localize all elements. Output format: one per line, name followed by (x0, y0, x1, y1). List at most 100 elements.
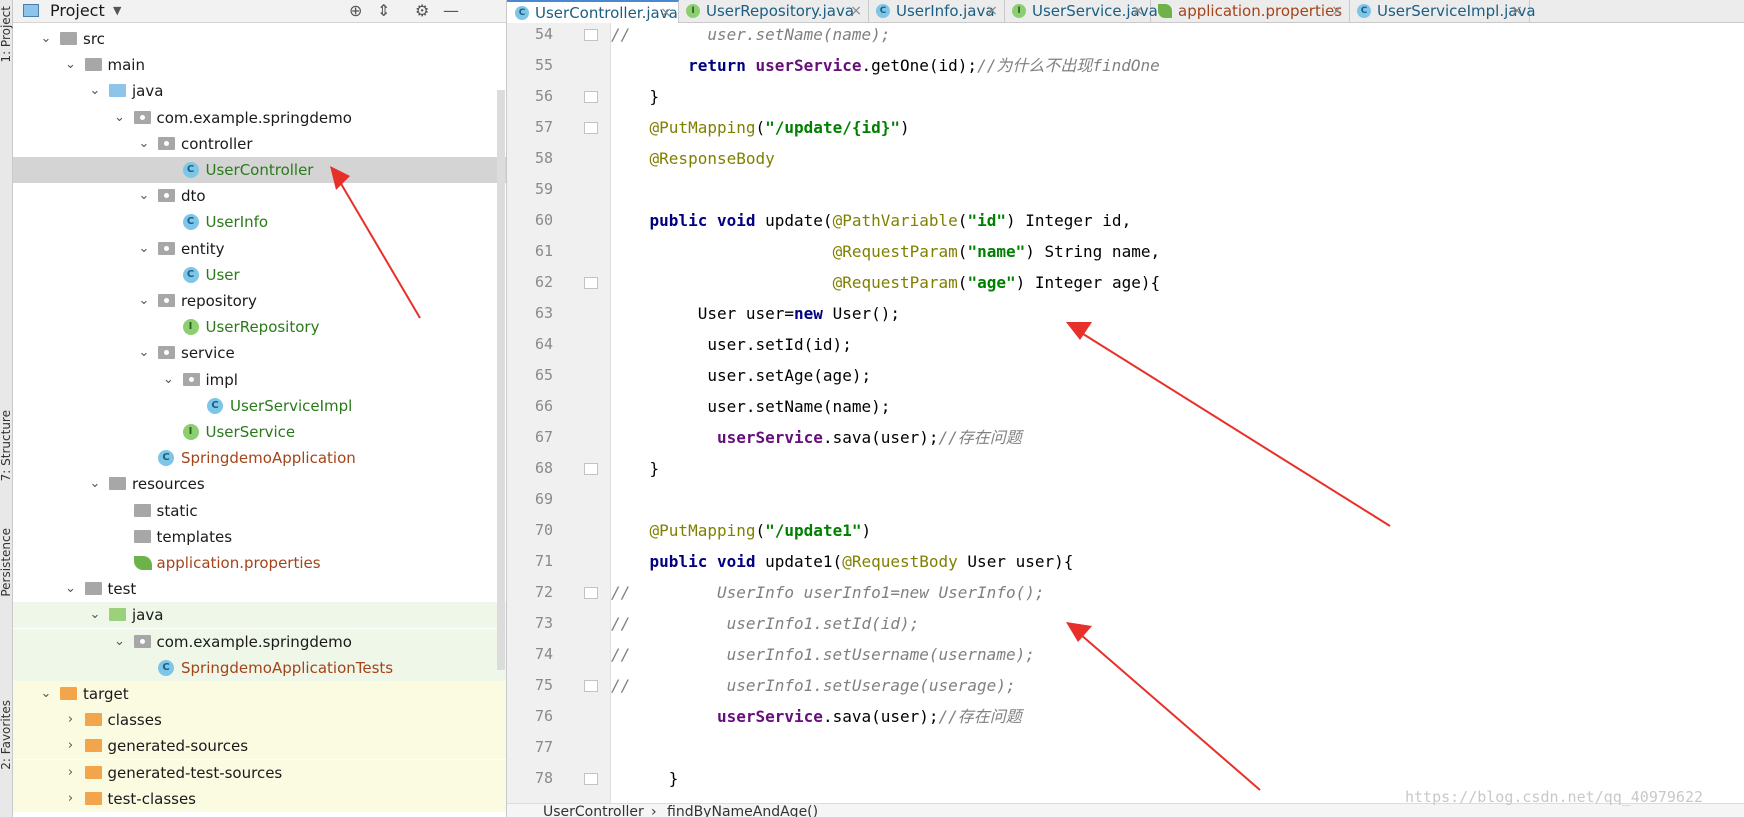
tree-node[interactable]: ⌄ com.example.springdemo (13, 628, 506, 655)
breadcrumb-method[interactable]: findByNameAndAge() (667, 805, 818, 817)
fold-marker-icon[interactable] (584, 587, 598, 599)
tree-node[interactable]: ⌄ target (13, 681, 506, 707)
target-icon[interactable]: ⊕ (349, 0, 362, 22)
tree-node[interactable]: › classes (13, 707, 506, 734)
tree-node[interactable]: ⌄ repository (13, 288, 506, 314)
tree-node[interactable]: ⌄ java (13, 78, 506, 104)
code-line[interactable]: User user=new User(); (611, 298, 1744, 329)
code-line[interactable]: // userInfo1.setUserage(userage); (611, 670, 1744, 701)
fold-marker-icon[interactable] (584, 773, 598, 785)
fold-marker-icon[interactable] (584, 680, 598, 692)
tree-node[interactable]: › test-classes (13, 785, 506, 812)
code-line[interactable]: // userInfo1.setId(id); (611, 608, 1744, 639)
tree-node[interactable]: application.properties (13, 550, 506, 576)
chevron-down-icon[interactable]: ▼ (113, 0, 121, 22)
spring-class-icon: C (158, 450, 174, 467)
favorites-tool-tab[interactable]: 2: Favorites (0, 700, 13, 770)
tree-node[interactable]: ⌄ src (13, 26, 506, 52)
code-line[interactable]: } (611, 81, 1744, 112)
code-line[interactable]: userService.sava(user);//存在问题 (611, 701, 1744, 732)
collapse-icon[interactable]: ⇕ (377, 0, 390, 22)
chevron-down-icon[interactable]: ⌄ (39, 26, 53, 52)
chevron-right-icon[interactable]: › (64, 760, 78, 786)
tree-node[interactable]: ⌄ controller (13, 131, 506, 157)
code-line[interactable]: userService.sava(user);//存在问题 (611, 422, 1744, 453)
code-line[interactable]: @ResponseBody (611, 143, 1744, 174)
project-panel-title[interactable]: Project (50, 0, 105, 22)
chevron-down-icon[interactable]: ⌄ (64, 52, 78, 78)
code-line[interactable]: user.setAge(age); (611, 360, 1744, 391)
fold-marker-icon[interactable] (584, 277, 598, 289)
chevron-down-icon[interactable]: ⌄ (113, 629, 127, 655)
breadcrumb-class[interactable]: UserController (543, 805, 644, 817)
tree-node[interactable]: ⌄ impl (13, 367, 506, 393)
code-line[interactable]: @RequestParam("name") String name, (611, 236, 1744, 267)
chevron-down-icon[interactable]: ⌄ (162, 367, 176, 393)
chevron-right-icon[interactable]: › (64, 707, 78, 733)
code-area[interactable]: // user.setName(name); return userServic… (611, 23, 1744, 803)
tree-node[interactable]: ⌄ resources (13, 471, 506, 497)
tree-node[interactable]: templates (13, 524, 506, 550)
chevron-down-icon[interactable]: ⌄ (137, 183, 151, 209)
tree-node[interactable]: › generated-test-sources (13, 759, 506, 786)
tree-node[interactable]: ⌄ service (13, 340, 506, 366)
tree-node[interactable]: ⌄ dto (13, 183, 506, 209)
structure-tool-tab[interactable]: 7: Structure (0, 410, 13, 481)
chevron-down-icon[interactable]: ⌄ (39, 681, 53, 707)
line-number: 68 (534, 459, 553, 477)
tree-node[interactable]: ⌄ main (13, 52, 506, 78)
fold-marker-icon[interactable] (584, 29, 598, 41)
chevron-down-icon[interactable]: ⌄ (88, 602, 102, 628)
tree-node[interactable]: static (13, 498, 506, 524)
code-line[interactable]: return userService.getOne(id);//为什么不出现fi… (611, 50, 1744, 81)
line-number: 61 (534, 242, 553, 260)
tree-node[interactable]: I UserService (13, 419, 506, 445)
tree-node[interactable]: ⌄ entity (13, 236, 506, 262)
fold-marker-icon[interactable] (584, 122, 598, 134)
chevron-down-icon[interactable]: ⌄ (88, 471, 102, 497)
tree-node-label: classes (107, 711, 162, 730)
tree-node[interactable]: C UserController (13, 157, 506, 183)
persistence-tool-tab[interactable]: Persistence (0, 528, 13, 597)
code-line[interactable]: public void update1(@RequestBody User us… (611, 546, 1744, 577)
chevron-down-icon[interactable]: ⌄ (137, 340, 151, 366)
code-line[interactable]: @PutMapping("/update/{id}") (611, 112, 1744, 143)
tree-node[interactable]: C User (13, 262, 506, 288)
chevron-down-icon[interactable]: ⌄ (137, 288, 151, 314)
tree-node[interactable]: ⌄ com.example.springdemo (13, 105, 506, 131)
fold-marker-icon[interactable] (584, 463, 598, 475)
minimize-icon[interactable]: — (443, 0, 459, 22)
code-line[interactable]: // UserInfo userInfo1=new UserInfo(); (611, 577, 1744, 608)
chevron-down-icon[interactable]: ⌄ (88, 78, 102, 104)
tree-node[interactable]: I UserRepository (13, 314, 506, 340)
tree-node[interactable]: C UserServiceImpl (13, 393, 506, 419)
tree-scrollbar[interactable] (497, 90, 505, 670)
code-line[interactable]: public void update(@PathVariable("id") I… (611, 205, 1744, 236)
code-line[interactable]: // userInfo1.setUsername(username); (611, 639, 1744, 670)
tree-node[interactable]: ⌄ test (13, 576, 506, 602)
code-line[interactable]: @RequestParam("age") Integer age){ (611, 267, 1744, 298)
chevron-down-icon[interactable]: ⌄ (137, 131, 151, 157)
chevron-down-icon[interactable]: ⌄ (113, 105, 127, 131)
project-tool-tab[interactable]: 1: Project (0, 6, 13, 63)
tree-node[interactable]: C SpringdemoApplication (13, 445, 506, 471)
chevron-down-icon[interactable]: ⌄ (137, 236, 151, 262)
chevron-right-icon[interactable]: › (64, 786, 78, 812)
tool-window-strip: 1: Project 7: Structure Persistence 2: F… (0, 0, 13, 817)
chevron-right-icon[interactable]: › (64, 733, 78, 759)
code-line[interactable]: user.setName(name); (611, 391, 1744, 422)
fold-marker-icon[interactable] (584, 91, 598, 103)
tree-node[interactable]: ⌄ java (13, 602, 506, 629)
gear-icon[interactable]: ⚙ (415, 0, 429, 22)
code-line[interactable]: } (611, 453, 1744, 484)
code-line[interactable]: @PutMapping("/update1") (611, 515, 1744, 546)
tree-node[interactable]: C SpringdemoApplicationTests (13, 654, 506, 681)
tree-node[interactable]: › generated-sources (13, 733, 506, 760)
code-line[interactable]: // user.setName(name); (611, 19, 1744, 50)
code-line[interactable] (611, 732, 1744, 763)
code-line[interactable] (611, 174, 1744, 205)
tree-node[interactable]: C UserInfo (13, 209, 506, 235)
code-line[interactable]: user.setId(id); (611, 329, 1744, 360)
chevron-down-icon[interactable]: ⌄ (64, 576, 78, 602)
code-line[interactable] (611, 484, 1744, 515)
